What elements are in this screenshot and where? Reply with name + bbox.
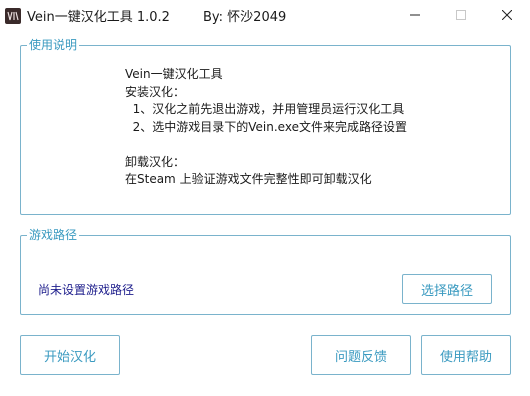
app-logo-icon (5, 8, 21, 24)
path-status-label: 尚未设置游戏路径 (38, 283, 135, 297)
title-bar[interactable]: Vein一键汉化工具 1.0.2 By: 怀沙2049 (0, 0, 530, 30)
game-path-group: 游戏路径 尚未设置游戏路径 选择路径 (20, 227, 511, 315)
usage-line: Vein一键汉化工具 (125, 67, 223, 81)
window-title: Vein一键汉化工具 1.0.2 (27, 10, 170, 25)
usage-group-title: 使用说明 (27, 37, 80, 53)
usage-line: 卸载汉化： (125, 154, 186, 169)
close-button[interactable] (484, 0, 530, 30)
app-window: Vein一键汉化工具 1.0.2 By: 怀沙2049 使用说明 Vein一键汉… (0, 0, 530, 396)
usage-line: 安装汉化： (125, 84, 186, 99)
usage-line: 在Steam 上验证游戏文件完整性即可卸载汉化 (125, 172, 372, 186)
close-icon (502, 10, 512, 20)
usage-group: 使用说明 Vein一键汉化工具 安装汉化： 1、汉化之前先退出游戏，并用管理员运… (20, 37, 511, 215)
maximize-icon (456, 10, 466, 20)
author-label: By: 怀沙2049 (203, 10, 287, 25)
select-path-button[interactable]: 选择路径 (402, 274, 492, 304)
maximize-button[interactable] (438, 0, 484, 30)
help-button[interactable]: 使用帮助 (421, 335, 511, 375)
minimize-button[interactable] (392, 0, 438, 30)
usage-line: 2、选中游戏目录下的Vein.exe文件来完成路径设置 (125, 119, 407, 134)
game-path-group-title: 游戏路径 (27, 227, 80, 243)
start-localization-button[interactable]: 开始汉化 (20, 335, 120, 375)
usage-instructions: Vein一键汉化工具 安装汉化： 1、汉化之前先退出游戏，并用管理员运行汉化工具… (125, 66, 407, 189)
feedback-button[interactable]: 问题反馈 (311, 335, 411, 375)
minimize-icon (410, 14, 420, 16)
usage-line: 1、汉化之前先退出游戏，并用管理员运行汉化工具 (125, 102, 405, 116)
usage-line (125, 136, 407, 154)
